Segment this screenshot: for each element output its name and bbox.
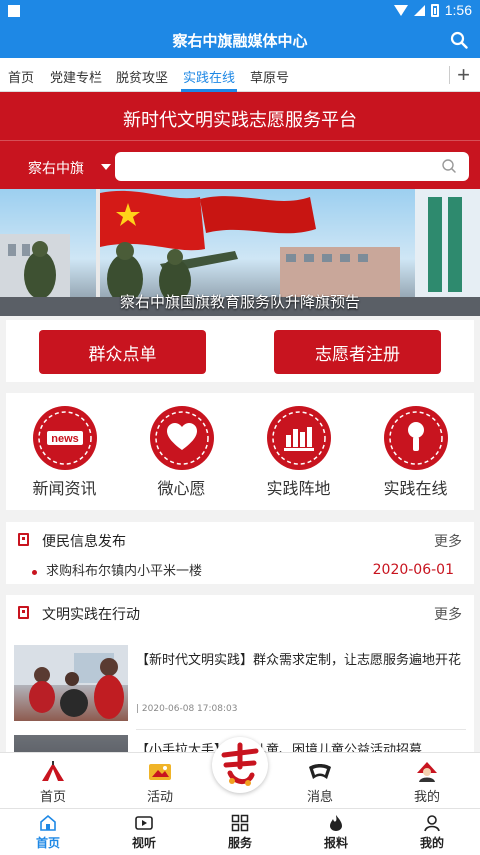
tab-poverty-alleviation[interactable]: 脱贫攻坚 [116, 67, 168, 86]
notice-more-link[interactable]: 更多 [434, 531, 462, 551]
tab-grassland[interactable]: 草原号 [250, 67, 289, 86]
microphone-icon [383, 406, 448, 470]
tabbar-label: 我的 [419, 836, 444, 850]
svg-text:news: news [51, 433, 79, 445]
region-selector[interactable]: 察右中旗 [28, 158, 84, 178]
platform-title: 新时代文明实践志愿服务平台 [123, 110, 357, 131]
search-icon[interactable] [441, 158, 457, 174]
person-icon [424, 815, 440, 832]
chevron-down-icon[interactable] [101, 164, 111, 170]
app-title: 察右中旗融媒体中心 [172, 32, 308, 50]
tabbar-label: 服务 [227, 836, 252, 850]
notice-header: 便民信息发布 更多 [6, 522, 474, 558]
system-indicators: 1:56 [393, 2, 472, 18]
document-icon [18, 606, 29, 619]
news-item[interactable]: 【新时代文明实践】群众需求定制，让志愿服务遍地开花 | 2020-06-08 1… [6, 645, 474, 725]
channel-tabs: 首页 党建专栏 脱贫攻坚 实践在线 草原号 + [0, 58, 480, 92]
news-icon: news [32, 406, 97, 470]
nav-label: 消息 [306, 790, 333, 805]
app-header: 察右中旗融媒体中心 [0, 22, 480, 58]
news-thumbnail [14, 645, 128, 721]
action-news-title: 文明实践在行动 [42, 607, 140, 623]
volunteer-logo-icon [221, 742, 259, 786]
notice-title: 便民信息发布 [42, 534, 126, 550]
video-icon [135, 816, 153, 830]
notice-item-date: 2020-06-01 [372, 562, 454, 578]
platform-separator [0, 140, 480, 141]
tabbar-report[interactable]: 报料 [296, 814, 376, 851]
service-label: 微心愿 [157, 479, 206, 498]
news-title: 【新时代文明实践】群众需求定制，让志愿服务遍地开花 [136, 653, 462, 668]
home-icon [40, 814, 56, 831]
platform-search-input[interactable] [115, 152, 469, 181]
tabbar-label: 报料 [323, 836, 348, 850]
tabbar-mine[interactable]: 我的 [392, 814, 472, 851]
banner-carousel[interactable]: 察右中旗国旗教育服务队升降旗预告 [0, 189, 480, 316]
nav-home[interactable]: 首页 [13, 761, 93, 805]
service-micro-wish[interactable]: 微心愿 [123, 401, 240, 506]
grid-icon [231, 814, 249, 832]
action-news-header: 文明实践在行动 更多 [6, 595, 474, 631]
nav-label: 活动 [146, 790, 173, 805]
message-icon [309, 764, 331, 779]
action-buttons: 群众点单 志愿者注册 [6, 320, 474, 382]
wifi-icon [393, 4, 408, 16]
service-practice-online[interactable]: 实践在线 [357, 401, 474, 506]
bottom-nav-secondary: 首页 视听 服务 报料 我的 [0, 808, 480, 855]
base-icon [266, 406, 331, 470]
tab-party-building[interactable]: 党建专栏 [50, 67, 102, 86]
nav-label: 我的 [413, 790, 440, 805]
news-timestamp: | 2020-06-08 17:08:03 [136, 704, 238, 714]
notice-item-text[interactable]: 求购科布尔镇内小平米一楼 [46, 560, 202, 579]
search-icon[interactable] [450, 31, 468, 49]
service-label: 实践在线 [383, 479, 448, 498]
tabbar-video[interactable]: 视听 [104, 814, 184, 851]
service-practice-base[interactable]: 实践阵地 [240, 401, 357, 506]
signal-icon [413, 4, 425, 16]
banner-caption: 察右中旗国旗教育服务队升降旗预告 [119, 293, 360, 311]
document-icon [18, 533, 29, 546]
tab-practice-online[interactable]: 实践在线 [183, 67, 235, 86]
add-channel-icon[interactable]: + [457, 62, 470, 88]
service-label: 实践阵地 [266, 479, 331, 498]
notification-icon [8, 5, 20, 17]
fire-icon [330, 815, 342, 831]
news-divider [136, 729, 466, 730]
service-grid: news 新闻资讯 微心愿 实践阵地 实践在线 [6, 393, 474, 510]
nav-activity[interactable]: 活动 [120, 761, 200, 805]
mass-order-button[interactable]: 群众点单 [39, 330, 206, 374]
tabbar-label: 视听 [131, 836, 156, 850]
home-tent-icon [42, 761, 64, 781]
tabbar-home[interactable]: 首页 [8, 814, 88, 851]
platform-header: 新时代文明实践志愿服务平台 察右中旗 [0, 92, 480, 189]
tab-divider [449, 66, 450, 84]
tabbar-label: 首页 [35, 836, 60, 850]
bullet-icon [32, 570, 37, 575]
tabbar-service[interactable]: 服务 [200, 814, 280, 851]
battery-icon [430, 3, 439, 17]
volunteer-logo[interactable] [212, 737, 268, 793]
status-time: 1:56 [444, 2, 472, 18]
service-news[interactable]: news 新闻资讯 [6, 401, 123, 506]
nav-mine[interactable]: 我的 [387, 761, 467, 805]
status-bar: 1:56 [0, 0, 480, 22]
action-news-more-link[interactable]: 更多 [434, 604, 462, 624]
nav-label: 首页 [39, 790, 66, 805]
action-news-card: 文明实践在行动 更多 【新时代文明实践】群众需求定制，让志愿服务遍地开花 | 2… [6, 595, 474, 755]
tab-home[interactable]: 首页 [8, 67, 34, 86]
nav-message[interactable]: 消息 [280, 761, 360, 805]
notice-card: 便民信息发布 更多 求购科布尔镇内小平米一楼 2020-06-01 [6, 522, 474, 584]
service-label: 新闻资讯 [32, 479, 97, 498]
activity-icon [149, 764, 171, 780]
profile-icon [417, 762, 437, 782]
heart-icon [149, 406, 214, 470]
volunteer-register-button[interactable]: 志愿者注册 [274, 330, 441, 374]
